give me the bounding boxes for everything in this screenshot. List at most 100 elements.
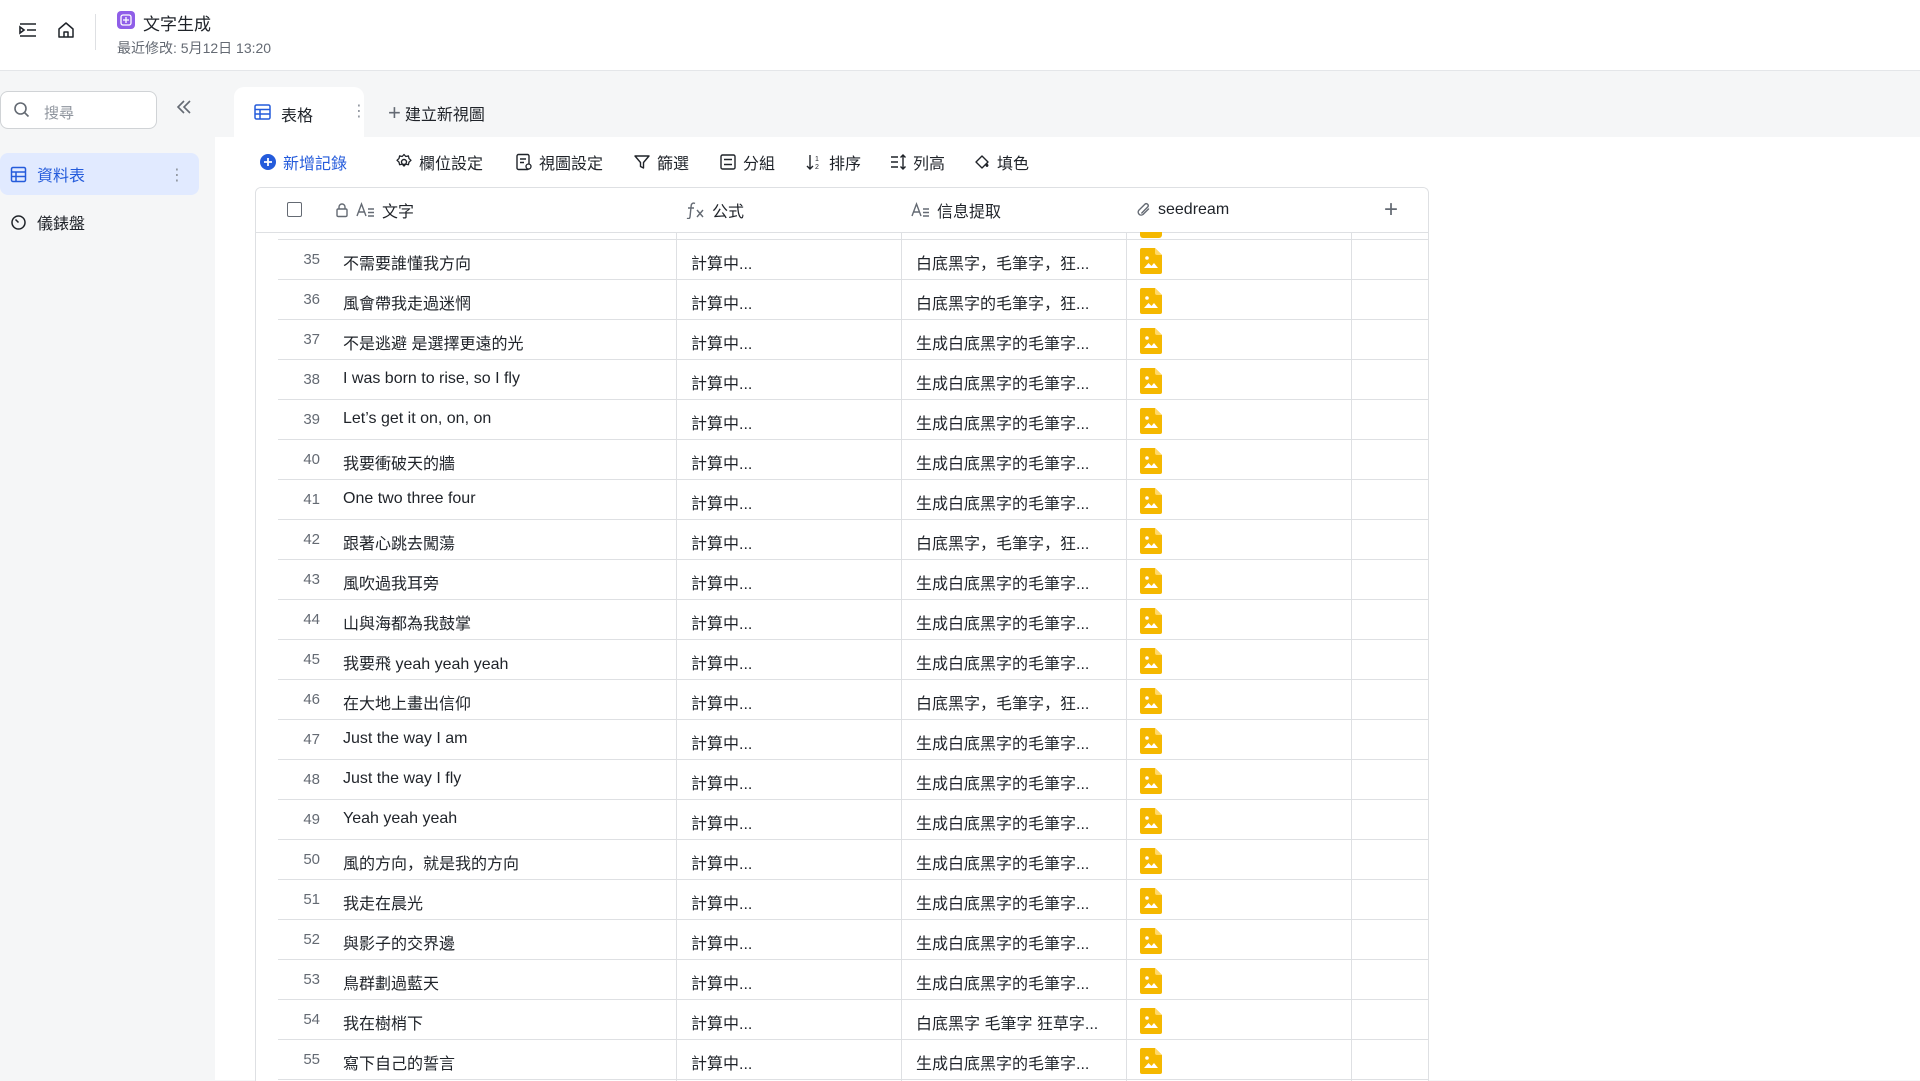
cell-formula[interactable]: 計算中... bbox=[691, 1010, 752, 1034]
filter-button[interactable]: 篩選 bbox=[633, 150, 689, 174]
image-attachment-icon[interactable] bbox=[1140, 328, 1162, 354]
cell-text[interactable]: 風的方向，就是我的方向 bbox=[343, 850, 519, 874]
table-row[interactable]: 39 Let’s get it on, on, on 計算中... 生成白底黑字的毛筆… bbox=[278, 400, 1428, 440]
cell-info-extract[interactable]: 生成白底黑字的毛筆字... bbox=[916, 730, 1089, 754]
cell-formula[interactable]: 計算中... bbox=[691, 410, 752, 434]
table-row[interactable]: 42 跟著心跳去闖蕩 計算中... 白底黑字，毛筆字，狂... bbox=[278, 520, 1428, 560]
table-row[interactable]: 53 鳥群劃過藍天 計算中... 生成白底黑字的毛筆字... bbox=[278, 960, 1428, 1000]
cell-text[interactable]: I was born to rise, so I fly bbox=[343, 370, 520, 388]
cell-info-extract[interactable]: 生成白底黑字的毛筆字... bbox=[916, 930, 1089, 954]
cell-info-extract[interactable]: 生成白底黑字的毛筆字... bbox=[916, 410, 1089, 434]
menu-toggle-icon[interactable] bbox=[17, 19, 39, 41]
image-attachment-icon[interactable] bbox=[1140, 288, 1162, 314]
table-row[interactable]: 50 風的方向，就是我的方向 計算中... 生成白底黑字的毛筆字... bbox=[278, 840, 1428, 880]
image-attachment-icon[interactable] bbox=[1140, 848, 1162, 874]
table-row[interactable]: 49 Yeah yeah yeah 計算中... 生成白底黑字的毛筆字... bbox=[278, 800, 1428, 840]
cell-text[interactable]: Just the way I am bbox=[343, 730, 468, 748]
image-attachment-icon[interactable] bbox=[1140, 968, 1162, 994]
image-attachment-icon[interactable] bbox=[1140, 1048, 1162, 1074]
add-record-button[interactable]: 新增記錄 bbox=[259, 150, 347, 174]
cell-text[interactable]: 跟著心跳去闖蕩 bbox=[343, 530, 455, 554]
image-attachment-icon[interactable] bbox=[1140, 768, 1162, 794]
image-attachment-icon[interactable] bbox=[1140, 488, 1162, 514]
cell-info-extract[interactable]: 生成白底黑字的毛筆字... bbox=[916, 490, 1089, 514]
cell-formula[interactable]: 計算中... bbox=[691, 770, 752, 794]
cell-text[interactable]: 山與海都為我鼓掌 bbox=[343, 610, 471, 634]
cell-text[interactable]: 風會帶我走過迷惘 bbox=[343, 290, 471, 314]
table-row[interactable]: 41 One two three four 計算中... 生成白底黑字的毛筆字... bbox=[278, 480, 1428, 520]
cell-formula[interactable]: 計算中... bbox=[691, 1050, 752, 1074]
cell-info-extract[interactable]: 生成白底黑字的毛筆字... bbox=[916, 810, 1089, 834]
cell-info-extract[interactable]: 生成白底黑字的毛筆字... bbox=[916, 970, 1089, 994]
image-attachment-icon[interactable] bbox=[1140, 1008, 1162, 1034]
row-height-button[interactable]: 列高 bbox=[889, 150, 945, 174]
add-column-button[interactable]: + bbox=[1376, 188, 1406, 232]
table-row[interactable]: 52 與影子的交界邊 計算中... 生成白底黑字的毛筆字... bbox=[278, 920, 1428, 960]
cell-formula[interactable]: 計算中... bbox=[691, 370, 752, 394]
cell-info-extract[interactable]: 生成白底黑字的毛筆字... bbox=[916, 330, 1089, 354]
sidebar-item-datatable[interactable]: 資料表 ⋮ bbox=[0, 153, 199, 195]
image-attachment-icon[interactable] bbox=[1140, 248, 1162, 274]
cell-text[interactable]: 我要衝破天的牆 bbox=[343, 450, 455, 474]
cell-info-extract[interactable]: 白底黑字，毛筆字，狂... bbox=[916, 250, 1089, 274]
cell-formula[interactable]: 計算中... bbox=[691, 490, 752, 514]
fill-color-button[interactable]: 填色 bbox=[973, 150, 1029, 174]
cell-formula[interactable]: 計算中... bbox=[691, 850, 752, 874]
cell-info-extract[interactable]: 白底黑字 毛筆字 狂草字... bbox=[916, 1010, 1098, 1034]
cell-text[interactable]: One two three four bbox=[343, 490, 476, 508]
table-row[interactable]: 40 我要衝破天的牆 計算中... 生成白底黑字的毛筆字... bbox=[278, 440, 1428, 480]
cell-formula[interactable]: 計算中... bbox=[691, 530, 752, 554]
image-attachment-icon[interactable] bbox=[1140, 648, 1162, 674]
cell-info-extract[interactable]: 生成白底黑字的毛筆字... bbox=[916, 850, 1089, 874]
table-row[interactable]: 55 寫下自己的誓言 計算中... 生成白底黑字的毛筆字... bbox=[278, 1040, 1428, 1080]
image-attachment-icon[interactable] bbox=[1140, 408, 1162, 434]
image-attachment-icon[interactable] bbox=[1140, 528, 1162, 554]
table-row[interactable]: 46 在大地上畫出信仰 計算中... 白底黑字，毛筆字，狂... bbox=[278, 680, 1428, 720]
cell-formula[interactable]: 計算中... bbox=[691, 330, 752, 354]
table-row[interactable]: 51 我走在晨光 計算中... 生成白底黑字的毛筆字... bbox=[278, 880, 1428, 920]
cell-text[interactable]: 在大地上畫出信仰 bbox=[343, 690, 471, 714]
image-attachment-icon[interactable] bbox=[1140, 808, 1162, 834]
create-view-button[interactable]: + 建立新視圖 bbox=[388, 101, 485, 125]
cell-info-extract[interactable]: 白底黑字，毛筆字，狂... bbox=[916, 690, 1089, 714]
column-header-text[interactable]: 文字 bbox=[334, 188, 414, 232]
image-attachment-icon[interactable] bbox=[1140, 368, 1162, 394]
field-settings-button[interactable]: 欄位設定 bbox=[395, 150, 483, 174]
tab-table-view[interactable]: 表格 ⋮ bbox=[234, 87, 367, 137]
cell-text[interactable]: Yeah yeah yeah bbox=[343, 810, 457, 828]
column-header-formula[interactable]: 公式 bbox=[686, 188, 744, 232]
table-row[interactable]: 38 I was born to rise, so I fly 計算中... 生成白底… bbox=[278, 360, 1428, 400]
table-row[interactable]: 44 山與海都為我鼓掌 計算中... 生成白底黑字的毛筆字... bbox=[278, 600, 1428, 640]
cell-text[interactable]: 與影子的交界邊 bbox=[343, 930, 455, 954]
cell-text[interactable]: Let’s get it on, on, on bbox=[343, 410, 491, 428]
image-attachment-icon[interactable] bbox=[1140, 448, 1162, 474]
cell-info-extract[interactable]: 白底黑字，毛筆字，狂... bbox=[916, 530, 1089, 554]
app-title[interactable]: 文字生成 bbox=[143, 10, 211, 35]
cell-text[interactable]: 風吹過我耳旁 bbox=[343, 570, 439, 594]
cell-text[interactable]: 鳥群劃過藍天 bbox=[343, 970, 439, 994]
image-attachment-icon[interactable] bbox=[1140, 928, 1162, 954]
cell-text[interactable]: 不需要誰懂我方向 bbox=[343, 250, 471, 274]
table-row[interactable]: 47 Just the way I am 計算中... 生成白底黑字的毛筆字... bbox=[278, 720, 1428, 760]
home-icon[interactable] bbox=[55, 19, 77, 41]
cell-info-extract[interactable]: 生成白底黑字的毛筆字... bbox=[916, 650, 1089, 674]
cell-text[interactable]: 我要飛 yeah yeah yeah bbox=[343, 650, 508, 674]
table-row[interactable]: 37 不是逃避 是選擇更遠的光 計算中... 生成白底黑字的毛筆字... bbox=[278, 320, 1428, 360]
cell-text[interactable]: 我在樹梢下 bbox=[343, 1010, 423, 1034]
cell-info-extract[interactable]: 生成白底黑字的毛筆字... bbox=[916, 890, 1089, 914]
table-row[interactable]: 35 不需要誰懂我方向 計算中... 白底黑字，毛筆字，狂... bbox=[278, 240, 1428, 280]
column-header-info-extract[interactable]: 信息提取 bbox=[911, 188, 1001, 232]
sort-button[interactable]: 12 排序 bbox=[805, 150, 861, 174]
cell-formula[interactable]: 計算中... bbox=[691, 650, 752, 674]
cell-formula[interactable]: 計算中... bbox=[691, 810, 752, 834]
cell-info-extract[interactable]: 白底黑字的毛筆字，狂... bbox=[916, 290, 1089, 314]
table-row[interactable]: 54 我在樹梢下 計算中... 白底黑字 毛筆字 狂草字... bbox=[278, 1000, 1428, 1040]
image-attachment-icon[interactable] bbox=[1140, 728, 1162, 754]
image-attachment-icon[interactable] bbox=[1140, 608, 1162, 634]
cell-info-extract[interactable]: 生成白底黑字的毛筆字... bbox=[916, 1050, 1089, 1074]
group-button[interactable]: 分組 bbox=[719, 150, 775, 174]
more-options-icon[interactable]: ⋮ bbox=[169, 165, 185, 185]
table-row[interactable]: 43 風吹過我耳旁 計算中... 生成白底黑字的毛筆字... bbox=[278, 560, 1428, 600]
cell-formula[interactable]: 計算中... bbox=[691, 250, 752, 274]
cell-formula[interactable]: 計算中... bbox=[691, 690, 752, 714]
